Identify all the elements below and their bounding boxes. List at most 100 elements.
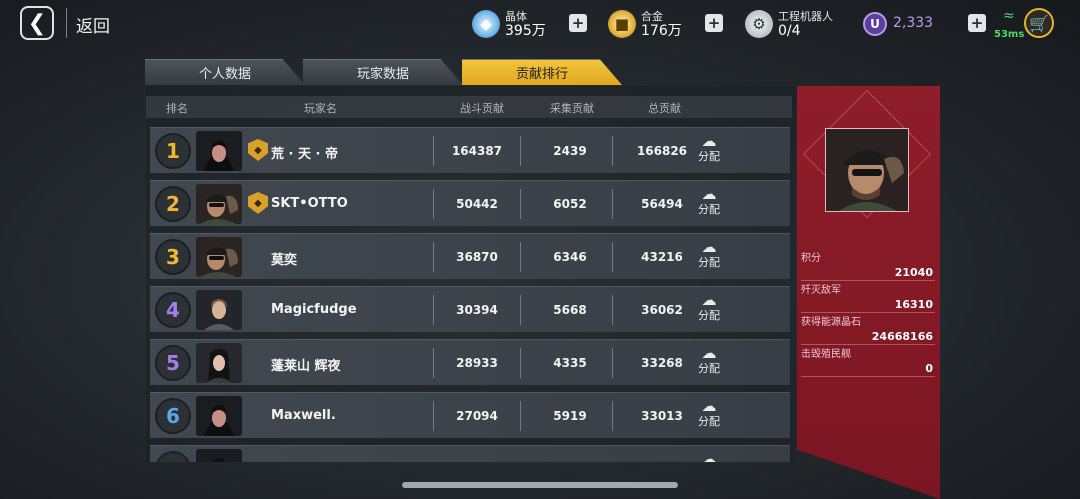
stat-label: 获得能源晶石	[801, 317, 861, 328]
distribute-button[interactable]: ☁ 分配	[694, 291, 724, 323]
divider	[612, 348, 613, 378]
rank-badge: 5	[155, 345, 191, 381]
rank-badge: 1	[155, 133, 191, 169]
avatar[interactable]	[196, 237, 242, 277]
robot-icon: ⚙	[745, 10, 773, 38]
alloy-icon: ■	[608, 10, 636, 38]
table-row[interactable]: 1 ◆ 荒 · 天 · 帝 164387 2439 166826 ☁ 分配	[150, 127, 790, 173]
player-portrait	[825, 128, 909, 212]
gather-contribution: 5668	[553, 303, 587, 317]
scroll-indicator[interactable]	[402, 482, 678, 488]
header-battle: 战斗贡献	[460, 102, 504, 115]
divider	[520, 295, 521, 325]
battle-contribution: 28933	[456, 356, 498, 370]
divider	[66, 8, 67, 38]
divider	[520, 189, 521, 219]
rank-badge: 4	[155, 292, 191, 328]
tab-contribution-ranking[interactable]: 贡献排行	[462, 59, 622, 85]
distribute-icon: ☁	[701, 238, 717, 256]
divider	[433, 189, 434, 219]
stat-item: 积分 21040	[801, 252, 935, 281]
divider	[433, 348, 434, 378]
divider	[520, 242, 521, 272]
alloy-label: 合金	[641, 10, 663, 23]
table-row[interactable]: 5 蓬莱山 辉夜 28933 4335 33268 ☁ 分配	[150, 339, 790, 385]
tab-personal-data[interactable]: 个人数据	[145, 59, 305, 85]
divider	[433, 295, 434, 325]
total-contribution: 43216	[641, 250, 683, 264]
guild-emblem-icon: ◆	[248, 139, 268, 161]
total-contribution: 166826	[636, 144, 688, 158]
crystal-resource: ◆ 晶体 395万	[472, 6, 546, 42]
distribute-label: 分配	[698, 309, 720, 322]
table-row[interactable]: 6 Maxwell. 27094 5919 33013 ☁ 分配	[150, 392, 790, 438]
distribute-icon: ☁	[701, 291, 717, 309]
add-alloy-button[interactable]: +	[705, 14, 723, 32]
tab-player-data[interactable]: 玩家数据	[303, 59, 463, 85]
top-bar: ❮ 返回 ◆ 晶体 395万 + ■ 合金 176万 + ⚙ 工程机器人 0/4…	[0, 0, 1080, 50]
distribute-button[interactable]: ☁ 分配	[694, 132, 724, 164]
chevron-left-icon: ❮	[27, 10, 47, 36]
avatar[interactable]	[196, 184, 242, 224]
gather-contribution: 6052	[553, 197, 587, 211]
u-currency-value: 2,333	[893, 15, 934, 31]
distribute-label: 分配	[698, 203, 720, 216]
distribute-button[interactable]: ☁ 分配	[694, 238, 724, 270]
rank-number: 3	[166, 245, 180, 269]
back-button[interactable]: ❮	[20, 6, 54, 40]
player-detail-panel: 积分 21040 歼灭敌军 16310 获得能源晶石 24668166 击毁殖民舰 0	[797, 86, 940, 499]
distribute-icon: ☁	[701, 132, 717, 150]
stat-value: 16310	[894, 298, 933, 311]
distribute-button[interactable]: ☁ 分配	[694, 397, 724, 429]
divider	[612, 295, 613, 325]
stat-value: 0	[925, 362, 933, 375]
total-contribution: 33013	[641, 409, 683, 423]
distribute-button[interactable]: ☁	[694, 450, 724, 462]
stat-label: 积分	[801, 253, 821, 264]
robot-label: 工程机器人	[778, 10, 833, 23]
gather-contribution: 6346	[553, 250, 587, 264]
rank-number: 5	[166, 351, 180, 375]
table-row[interactable]: 3 莫奕 36870 6346 43216 ☁ 分配	[150, 233, 790, 279]
distribute-button[interactable]: ☁ 分配	[694, 185, 724, 217]
distribute-button[interactable]: ☁ 分配	[694, 344, 724, 376]
header-total: 总贡献	[648, 102, 681, 115]
divider	[612, 136, 613, 166]
add-u-currency-button[interactable]: +	[968, 14, 986, 32]
header-gather: 采集贡献	[550, 102, 594, 115]
rank-number: 1	[166, 139, 180, 163]
player-name: Magicfudge	[271, 302, 357, 317]
total-contribution: 36062	[641, 303, 683, 317]
player-name: SKT•OTTO	[271, 196, 348, 211]
total-contribution: 56494	[641, 197, 683, 211]
battle-contribution: 30394	[456, 303, 498, 317]
avatar[interactable]	[196, 343, 242, 383]
tab-label: 贡献排行	[515, 67, 568, 82]
header-player: 玩家名	[304, 102, 337, 115]
avatar[interactable]	[196, 131, 242, 171]
alloy-resource: ■ 合金 176万	[608, 6, 682, 42]
table-row[interactable]: 2 ◆ SKT•OTTO 50442 6052 56494 ☁ 分配	[150, 180, 790, 226]
player-name: Maxwell.	[271, 408, 336, 423]
player-name: 莫奕	[271, 253, 298, 268]
distribute-icon: ☁	[701, 344, 717, 362]
back-label[interactable]: 返回	[76, 12, 110, 37]
divider	[520, 348, 521, 378]
table-row[interactable]: 4 Magicfudge 30394 5668 36062 ☁ 分配	[150, 286, 790, 332]
gather-contribution: 5919	[553, 409, 587, 423]
table-row[interactable]: ☁	[150, 445, 790, 462]
rank-badge	[155, 451, 191, 462]
avatar[interactable]	[196, 290, 242, 330]
ping-value: 53ms	[994, 29, 1025, 40]
avatar[interactable]	[196, 396, 242, 436]
divider	[612, 401, 613, 431]
divider	[433, 401, 434, 431]
add-crystal-button[interactable]: +	[569, 14, 587, 32]
divider	[433, 242, 434, 272]
ranking-table[interactable]: 排名 玩家名 战斗贡献 采集贡献 总贡献 1 ◆ 荒 · 天 · 帝 164387 24…	[146, 86, 796, 462]
divider	[520, 401, 521, 431]
player-name: 蓬莱山 辉夜	[271, 359, 341, 374]
shop-cart-button[interactable]: 🛒	[1024, 8, 1054, 38]
alloy-value: 176万	[641, 23, 682, 39]
robot-value: 0/4	[778, 23, 801, 39]
